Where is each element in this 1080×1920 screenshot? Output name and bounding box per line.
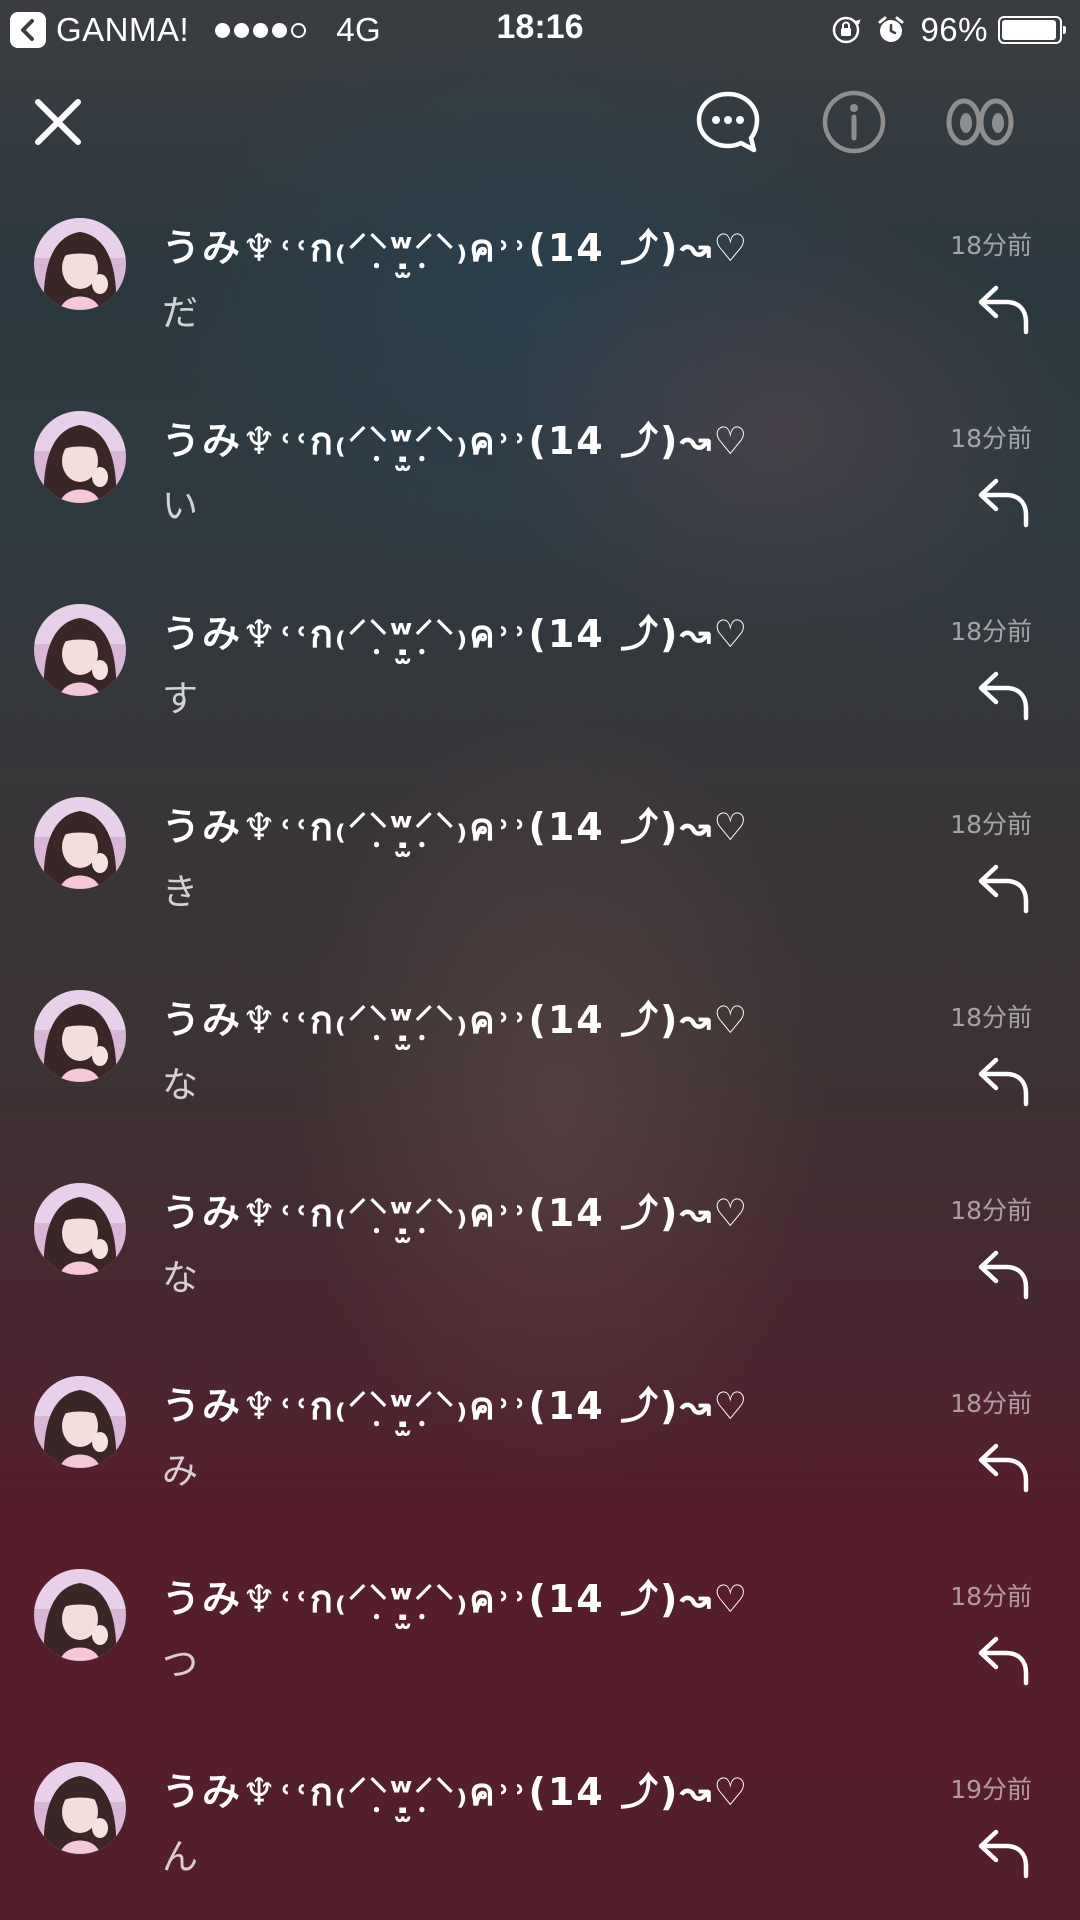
username[interactable]: うみ♆˓˓ก₍⸍⸌̣ʷ̣̫⸍̣⸌₎ค˒˒(14 ⤴︎)↝♡ — [162, 603, 749, 664]
eyes-icon — [946, 98, 1014, 146]
reply-button[interactable] — [972, 1050, 1036, 1114]
timestamp: 18分前 — [950, 1196, 1032, 1225]
close-icon — [35, 99, 81, 145]
speech-bubble-icon — [696, 91, 760, 153]
comment-text: み — [162, 1451, 199, 1492]
reply-arrow-icon — [978, 1250, 1029, 1300]
reply-arrow-icon — [978, 1443, 1029, 1493]
comment-text: ん — [162, 1837, 199, 1878]
status-indicators: 96% — [830, 10, 1066, 50]
avatar[interactable] — [34, 411, 126, 503]
eyes-button[interactable] — [938, 80, 1022, 164]
reply-arrow-icon — [978, 671, 1029, 721]
comment-row: うみ♆˓˓ก₍⸍⸌̣ʷ̣̫⸍̣⸌₎ค˒˒(14 ⤴︎)↝♡ み 18分前 — [0, 1358, 1080, 1551]
battery-icon — [998, 16, 1066, 44]
comment-row: うみ♆˓˓ก₍⸍⸌̣ʷ̣̫⸍̣⸌₎ค˒˒(14 ⤴︎)↝♡ ん 19分前 — [0, 1744, 1080, 1920]
comment-text: な — [162, 1258, 199, 1299]
reply-button[interactable] — [972, 1822, 1036, 1886]
toolbar — [0, 80, 1080, 164]
comment-text: だ — [162, 293, 199, 334]
comment-row: うみ♆˓˓ก₍⸍⸌̣ʷ̣̫⸍̣⸌₎ค˒˒(14 ⤴︎)↝♡ だ 18分前 — [0, 200, 1080, 393]
comment-text: き — [162, 872, 199, 913]
username[interactable]: うみ♆˓˓ก₍⸍⸌̣ʷ̣̫⸍̣⸌₎ค˒˒(14 ⤴︎)↝♡ — [162, 1182, 749, 1243]
avatar[interactable] — [34, 797, 126, 889]
username[interactable]: うみ♆˓˓ก₍⸍⸌̣ʷ̣̫⸍̣⸌₎ค˒˒(14 ⤴︎)↝♡ — [162, 989, 749, 1050]
reply-arrow-icon — [978, 864, 1029, 914]
timestamp: 18分前 — [950, 810, 1032, 839]
avatar[interactable] — [34, 1183, 126, 1275]
comment-text: つ — [162, 1644, 199, 1685]
reply-button[interactable] — [972, 1436, 1036, 1500]
orientation-lock-icon — [830, 14, 862, 46]
comment-row: うみ♆˓˓ก₍⸍⸌̣ʷ̣̫⸍̣⸌₎ค˒˒(14 ⤴︎)↝♡ な 18分前 — [0, 1165, 1080, 1358]
avatar[interactable] — [34, 990, 126, 1082]
reply-button[interactable] — [972, 664, 1036, 728]
username[interactable]: うみ♆˓˓ก₍⸍⸌̣ʷ̣̫⸍̣⸌₎ค˒˒(14 ⤴︎)↝♡ — [162, 1375, 749, 1436]
timestamp: 18分前 — [950, 1582, 1032, 1611]
reply-arrow-icon — [978, 478, 1029, 528]
username[interactable]: うみ♆˓˓ก₍⸍⸌̣ʷ̣̫⸍̣⸌₎ค˒˒(14 ⤴︎)↝♡ — [162, 1761, 749, 1822]
timestamp: 18分前 — [950, 617, 1032, 646]
status-bar: GANMA! 4G 18:16 96% — [0, 0, 1080, 58]
timestamp: 19分前 — [950, 1775, 1032, 1804]
battery-percentage: 96% — [920, 11, 988, 48]
avatar[interactable] — [34, 218, 126, 310]
close-button[interactable] — [16, 80, 100, 164]
timestamp: 18分前 — [950, 424, 1032, 453]
avatar[interactable] — [34, 1376, 126, 1468]
comment-row: うみ♆˓˓ก₍⸍⸌̣ʷ̣̫⸍̣⸌₎ค˒˒(14 ⤴︎)↝♡ い 18分前 — [0, 393, 1080, 586]
reply-arrow-icon — [978, 1636, 1029, 1686]
username[interactable]: うみ♆˓˓ก₍⸍⸌̣ʷ̣̫⸍̣⸌₎ค˒˒(14 ⤴︎)↝♡ — [162, 796, 749, 857]
username[interactable]: うみ♆˓˓ก₍⸍⸌̣ʷ̣̫⸍̣⸌₎ค˒˒(14 ⤴︎)↝♡ — [162, 1568, 749, 1629]
alarm-icon — [876, 15, 906, 45]
info-button[interactable] — [812, 80, 896, 164]
comment-row: うみ♆˓˓ก₍⸍⸌̣ʷ̣̫⸍̣⸌₎ค˒˒(14 ⤴︎)↝♡ す 18分前 — [0, 586, 1080, 779]
avatar[interactable] — [34, 1569, 126, 1661]
info-icon — [822, 90, 886, 154]
comments-button[interactable] — [686, 80, 770, 164]
timestamp: 18分前 — [950, 231, 1032, 260]
timestamp: 18分前 — [950, 1389, 1032, 1418]
timestamp: 18分前 — [950, 1003, 1032, 1032]
comment-row: うみ♆˓˓ก₍⸍⸌̣ʷ̣̫⸍̣⸌₎ค˒˒(14 ⤴︎)↝♡ き 18分前 — [0, 779, 1080, 972]
avatar[interactable] — [34, 1762, 126, 1854]
comment-row: うみ♆˓˓ก₍⸍⸌̣ʷ̣̫⸍̣⸌₎ค˒˒(14 ⤴︎)↝♡ な 18分前 — [0, 972, 1080, 1165]
comment-text: い — [162, 486, 199, 527]
reply-button[interactable] — [972, 1629, 1036, 1693]
reply-button[interactable] — [972, 1243, 1036, 1307]
reply-button[interactable] — [972, 471, 1036, 535]
reply-arrow-icon — [978, 1829, 1029, 1879]
reply-button[interactable] — [972, 278, 1036, 342]
comment-text: な — [162, 1065, 199, 1106]
reply-arrow-icon — [978, 285, 1029, 335]
avatar[interactable] — [34, 604, 126, 696]
username[interactable]: うみ♆˓˓ก₍⸍⸌̣ʷ̣̫⸍̣⸌₎ค˒˒(14 ⤴︎)↝♡ — [162, 410, 749, 471]
reply-button[interactable] — [972, 857, 1036, 921]
comment-row: うみ♆˓˓ก₍⸍⸌̣ʷ̣̫⸍̣⸌₎ค˒˒(14 ⤴︎)↝♡ つ 18分前 — [0, 1551, 1080, 1744]
username[interactable]: うみ♆˓˓ก₍⸍⸌̣ʷ̣̫⸍̣⸌₎ค˒˒(14 ⤴︎)↝♡ — [162, 217, 749, 278]
reply-arrow-icon — [978, 1057, 1029, 1107]
comment-list: うみ♆˓˓ก₍⸍⸌̣ʷ̣̫⸍̣⸌₎ค˒˒(14 ⤴︎)↝♡ だ 18分前 うみ♆… — [0, 200, 1080, 1920]
comment-text: す — [162, 679, 199, 720]
